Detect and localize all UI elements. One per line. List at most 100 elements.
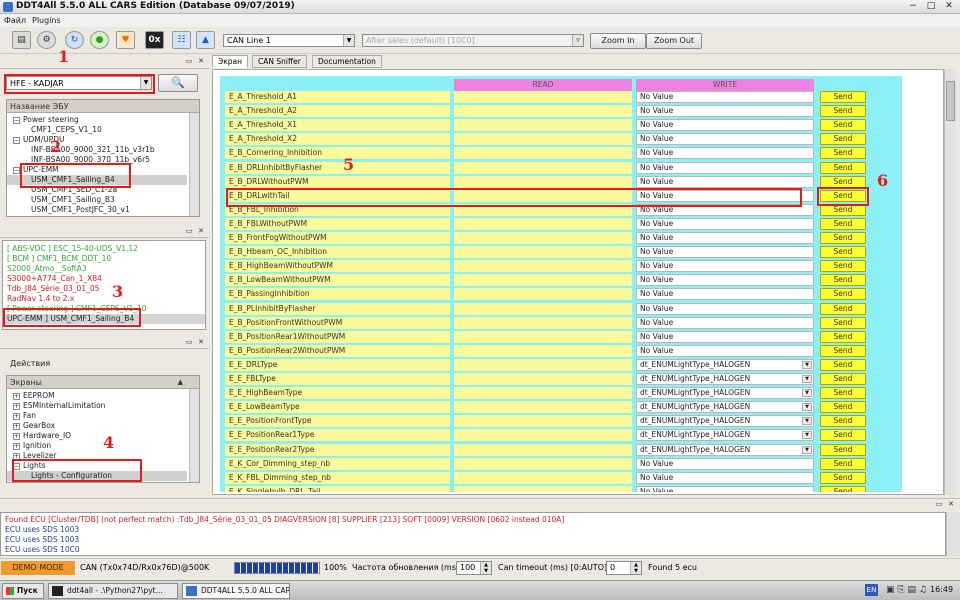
parameter-write-field[interactable]: dt_ENUMLightType_HALOGEN ▼ [636,401,814,414]
parameter-write-field[interactable]: No Value [636,105,814,118]
close-panel-icon[interactable]: ✕ [196,57,206,66]
found-ecu-item[interactable]: RadNav 1.4 to 2.x [7,294,74,304]
parameter-write-field[interactable]: dt_ENUMLightType_HALOGEN ▼ [636,387,814,400]
timeout-spinbox[interactable]: 0 ▲ ▼ [606,561,642,575]
usb-icon[interactable]: ⎘ [897,585,904,595]
send-button[interactable]: Send [820,133,866,146]
found-ecu-item[interactable]: [ ABS-VDC ] ESC_15-40-UDS_V1.12 [7,244,138,254]
parameter-write-field[interactable]: No Value [636,274,814,287]
parameter-write-field[interactable]: No Value [636,91,814,103]
tree-row[interactable]: USM_CMF1_PostJFC_30_v1 [7,205,187,215]
send-button[interactable]: Send [820,344,866,357]
found-ecu-item[interactable]: Tdb_J84_Série_03_01_05 [7,284,99,294]
send-button[interactable]: Send [820,288,866,301]
tree-row[interactable]: + EEPROM [7,391,187,401]
send-button[interactable]: Send [820,246,866,259]
parameter-write-field[interactable]: No Value [636,217,814,230]
found-ecu-item[interactable]: S3000+A774_Can_1_X84 [7,274,102,284]
parameter-write-field[interactable]: No Value [636,288,814,301]
expand-toggle-icon[interactable]: − [13,116,20,124]
search-ecu-button[interactable]: 🔍 [158,74,198,92]
float-icon[interactable]: ▭ [934,500,944,509]
parameter-write-field[interactable]: No Value [636,119,814,132]
menu-plugins[interactable]: Plugins [32,16,61,25]
parameter-write-field[interactable]: No Value [636,330,814,343]
tree-row[interactable]: + GearBox [7,421,187,431]
found-ecu-item[interactable]: [ BCM ] CMF1_BCM_DDT_10 [7,254,111,264]
float-icon[interactable]: ▭ [184,338,194,347]
send-button[interactable]: Send [820,330,866,343]
send-button[interactable]: Send [820,274,866,287]
send-button[interactable]: Send [820,358,866,371]
session-select[interactable]: After sales (default) [10C0] ▼ [362,34,584,47]
parameter-write-field[interactable]: No Value [636,316,814,329]
spin-arrows-icon[interactable]: ▲ ▼ [630,562,641,574]
terminal-icon[interactable]: ▤ [12,31,31,49]
parameter-write-field[interactable]: No Value [636,302,814,315]
expand-toggle-icon[interactable]: + [13,422,20,430]
network-icon[interactable]: ☷ [172,31,191,49]
hex-icon[interactable]: 0x [145,31,164,49]
tree-row[interactable]: − Power steering [7,115,187,125]
parameter-write-field[interactable]: No Value [636,246,814,259]
send-button[interactable]: Send [820,105,866,118]
language-indicator[interactable]: EN [865,584,878,596]
minimize-button[interactable]: − [904,0,922,13]
parameter-write-field[interactable]: dt_ENUMLightType_HALOGEN ▼ [636,429,814,442]
parameter-write-field[interactable]: No Value [636,344,814,357]
send-button[interactable]: Send [820,175,866,188]
send-button[interactable]: Send [820,373,866,385]
close-panel-icon[interactable]: ✕ [196,338,206,347]
ecu-tree-scrollbar[interactable] [189,113,199,216]
tree-row[interactable]: + Fan [7,411,187,421]
close-button[interactable]: ✕ [940,0,958,13]
tray-icons[interactable]: ▣ ⎘ ▤ ♫ [886,585,927,595]
expand-toggle-icon[interactable]: + [13,392,20,400]
expand-toggle-icon[interactable]: − [13,166,20,174]
taskbar-item-ddt4all[interactable]: DDT4ALL 5.5.0 ALL CARS... [182,583,290,599]
menu-file[interactable]: Файл [4,16,26,25]
volume-icon[interactable]: ♫ [919,585,927,595]
send-button[interactable]: Send [820,471,866,484]
maximize-button[interactable]: □ [922,0,940,13]
parameter-write-field[interactable]: No Value [636,175,814,188]
can-line-select[interactable]: CAN Line 1 ▼ [223,34,355,47]
spin-arrows-icon[interactable]: ▲ ▼ [480,562,491,574]
parameter-write-field[interactable]: No Value [636,147,814,160]
tab-screen[interactable]: Экран [212,55,249,68]
parameter-write-field[interactable]: dt_ENUMLightType_HALOGEN ▼ [636,358,814,371]
refresh-spinbox[interactable]: 100 ▲ ▼ [456,561,492,575]
found-ecu-item[interactable]: S2000_Atmo__SoftA3 [7,264,87,274]
send-button[interactable]: Send [820,260,866,273]
float-icon[interactable]: ▭ [184,227,194,236]
expand-toggle-icon[interactable]: + [13,442,20,450]
send-button[interactable]: Send [820,147,866,160]
send-button[interactable]: Send [820,217,866,230]
send-button[interactable]: Send [820,302,866,315]
close-panel-icon[interactable]: ✕ [196,227,206,236]
tab-can-sniffer[interactable]: CAN Sniffer [252,55,307,68]
close-panel-icon[interactable]: ✕ [946,500,956,509]
start-button[interactable]: Пуск [2,583,44,599]
tab-documentation[interactable]: Documentation [312,55,382,68]
send-button[interactable]: Send [820,119,866,132]
expand-toggle-icon[interactable]: + [13,412,20,420]
parameter-write-field[interactable]: No Value [636,161,814,174]
parameter-write-field[interactable]: No Value [636,485,814,492]
parameter-write-field[interactable]: dt_ENUMLightType_HALOGEN ▼ [636,373,814,385]
valve-icon[interactable]: ▲ [196,31,215,49]
expand-toggle-icon[interactable]: + [13,432,20,440]
send-button[interactable]: Send [820,161,866,174]
tree-row[interactable]: CMF1_CEPS_V1_10 [7,125,187,135]
log-scrollbar[interactable] [946,512,960,556]
expand-toggle-icon[interactable]: + [13,402,20,410]
taskbar-item-console[interactable]: ddt4all - .\Python27\pyt... [48,583,178,599]
chip-icon[interactable]: ⚙ [37,31,56,49]
send-button[interactable]: Send [820,232,866,244]
parameter-write-field[interactable]: dt_ENUMLightType_HALOGEN ▼ [636,415,814,428]
tree-row[interactable]: + ESMInternalLimitation [7,401,187,411]
zoom-in-button[interactable]: Zoom In [590,33,646,49]
send-button[interactable]: Send [820,91,866,103]
zoom-out-button[interactable]: Zoom Out [646,33,702,49]
sort-up-icon[interactable]: ▲ [178,376,183,389]
